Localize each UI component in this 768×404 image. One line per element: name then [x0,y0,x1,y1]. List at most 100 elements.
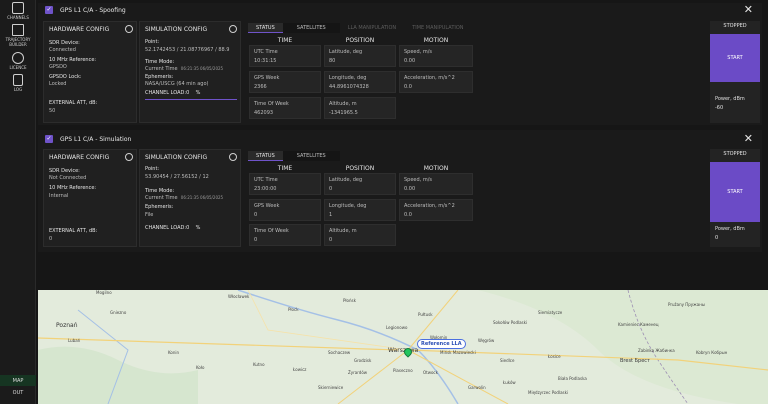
trajectory-icon [12,24,24,36]
map-city: Płock [288,307,299,312]
tab-lla-manipulation[interactable]: LLA MANIPULATION [339,23,405,33]
channels-icon [12,2,24,14]
time-mode-label: Time Mode: [145,59,175,65]
field-label: GPS Week [254,203,280,209]
field-value: 0.00 [404,58,416,64]
field-value: 1 [329,212,333,218]
ephemeris-label: Ephemeris: [145,74,174,80]
nav-log[interactable]: LOG [0,72,36,94]
nav-label: TRAJECTORY BUILDER [5,37,31,47]
tab-status[interactable]: STATUS [248,151,283,161]
status-badge: STOPPED [723,151,747,157]
map-city: Płońsk [343,298,356,303]
map-city: Biała Podlaska [558,376,587,381]
map-view[interactable]: Poznań Warszawa Brest Брест Włocławek Pł… [38,290,768,404]
field-value: -1341965.5 [329,110,358,116]
load-value: 0 [186,90,190,96]
acceleration-field: Acceleration, m/s^2 0.0 [399,199,473,221]
nav-out[interactable]: OUT [0,387,36,398]
col-position: POSITION [345,165,375,172]
map-city: Grodzisk [354,358,372,363]
map-city: Konin [168,350,180,355]
col-motion: MOTION [423,37,449,44]
ephemeris-label: Ephemeris: [145,204,174,210]
ephemeris-value: NASA/USCG (64 min ago) [145,81,209,87]
att-label: EXTERNAL ATT, dB: [49,228,98,234]
field-label: Latitude, deg [329,49,363,55]
altitude-field: Altitude, m 0 [324,224,396,246]
time-of-week-field: Time Of Week 0 [249,224,321,246]
tab-satellites[interactable]: SATELLITES [282,151,340,161]
panel-tabs: STATUS SATELLITES [248,151,340,161]
tab-time-manipulation[interactable]: TIME MANIPULATION [404,23,472,33]
gear-icon[interactable] [229,25,237,33]
speed-field: Speed, m/s 0.00 [399,173,473,195]
close-icon[interactable]: ✕ [744,133,753,144]
sdr-value: Connected [49,47,76,53]
tab-satellites[interactable]: SATELLITES [282,23,340,33]
map-city: Siedlce [500,358,515,363]
panel-title: GPS L1 C/A - Simulation [60,135,132,143]
map-city: Skierniewice [318,385,344,390]
card-title: HARDWARE CONFIG [49,26,110,33]
att-value: 0 [49,236,53,242]
close-icon[interactable]: ✕ [744,4,753,15]
reference-lla-label[interactable]: Reference LLA [417,339,466,349]
ref-label: 10 MHz Reference: [49,57,97,63]
point-label: Point: [145,166,160,172]
field-value: 0.00 [404,186,416,192]
altitude-field: Altitude, m -1341965.5 [324,97,396,119]
field-value: 0.0 [404,212,412,218]
sdr-label: SDR Device: [49,40,80,46]
map-city: Żyrardów [348,370,368,375]
map-city: Poznań [56,322,78,329]
field-label: Altitude, m [329,101,357,107]
time-mode-value: Current Time 06:21:35 06/05/2025 [145,66,223,72]
start-button[interactable]: START [710,34,760,82]
ref-value: Internal [49,193,69,199]
field-value: 23:00:00 [254,186,277,192]
nav-map[interactable]: MAP [0,375,36,386]
nav-trajectory-builder[interactable]: TRAJECTORY BUILDER [0,22,36,50]
nav-channels[interactable]: CHANNELS [0,0,36,22]
nav-label: LOG [13,87,23,92]
channel-panel-spoofing: ✓ GPS L1 C/A - Spoofing ✕ HARDWARE CONFI… [38,3,762,125]
log-icon [13,74,23,86]
map-city: Międzyrzec Podlaski [528,390,569,395]
channel-enable-checkbox[interactable]: ✓ [45,6,53,14]
map-city: Gniezno [110,310,127,315]
map-city: Pružany Пружаны [668,302,705,307]
field-label: Longitude, deg [329,203,367,209]
map-city: Zabinka Жабинка [638,348,675,353]
channel-load-bar [145,99,237,100]
load-label-text: CHANNEL LOAD: [145,225,187,231]
channel-enable-checkbox[interactable]: ✓ [45,135,53,143]
map-city: Sokołów Podlaski [493,320,528,325]
field-value: 0 [254,237,258,243]
licence-icon [12,52,24,64]
tab-status[interactable]: STATUS [248,23,283,33]
card-title: SIMULATION CONFIG [145,154,208,161]
field-label: Longitude, deg [329,75,367,81]
field-label: UTC Time [254,177,278,183]
power-value[interactable]: -60 [715,105,723,111]
field-label: Time Of Week [254,228,289,234]
gear-icon[interactable] [125,153,133,161]
gear-icon[interactable] [125,25,133,33]
map-city: Legionowo [386,325,408,330]
start-button[interactable]: START [710,162,760,222]
time-mode-value: Current Time 06:21:35 06/05/2025 [145,195,223,201]
map-city: Kamieniec Каменец [618,322,659,327]
panel-tabs: STATUS SATELLITES LLA MANIPULATION TIME … [248,23,472,33]
gear-icon[interactable] [229,153,237,161]
field-value: 80 [329,58,336,64]
status-badge: STOPPED [723,23,747,29]
map-city: Mogilno [96,290,112,295]
sdr-value: Not Connected [49,175,87,181]
power-value[interactable]: 0 [715,235,718,241]
speed-field: Speed, m/s 0.00 [399,45,473,67]
latitude-field: Latitude, deg 0 [324,173,396,195]
nav-licence[interactable]: LICENCE [0,50,36,72]
col-time: TIME [277,37,293,44]
field-value: 0 [254,212,258,218]
